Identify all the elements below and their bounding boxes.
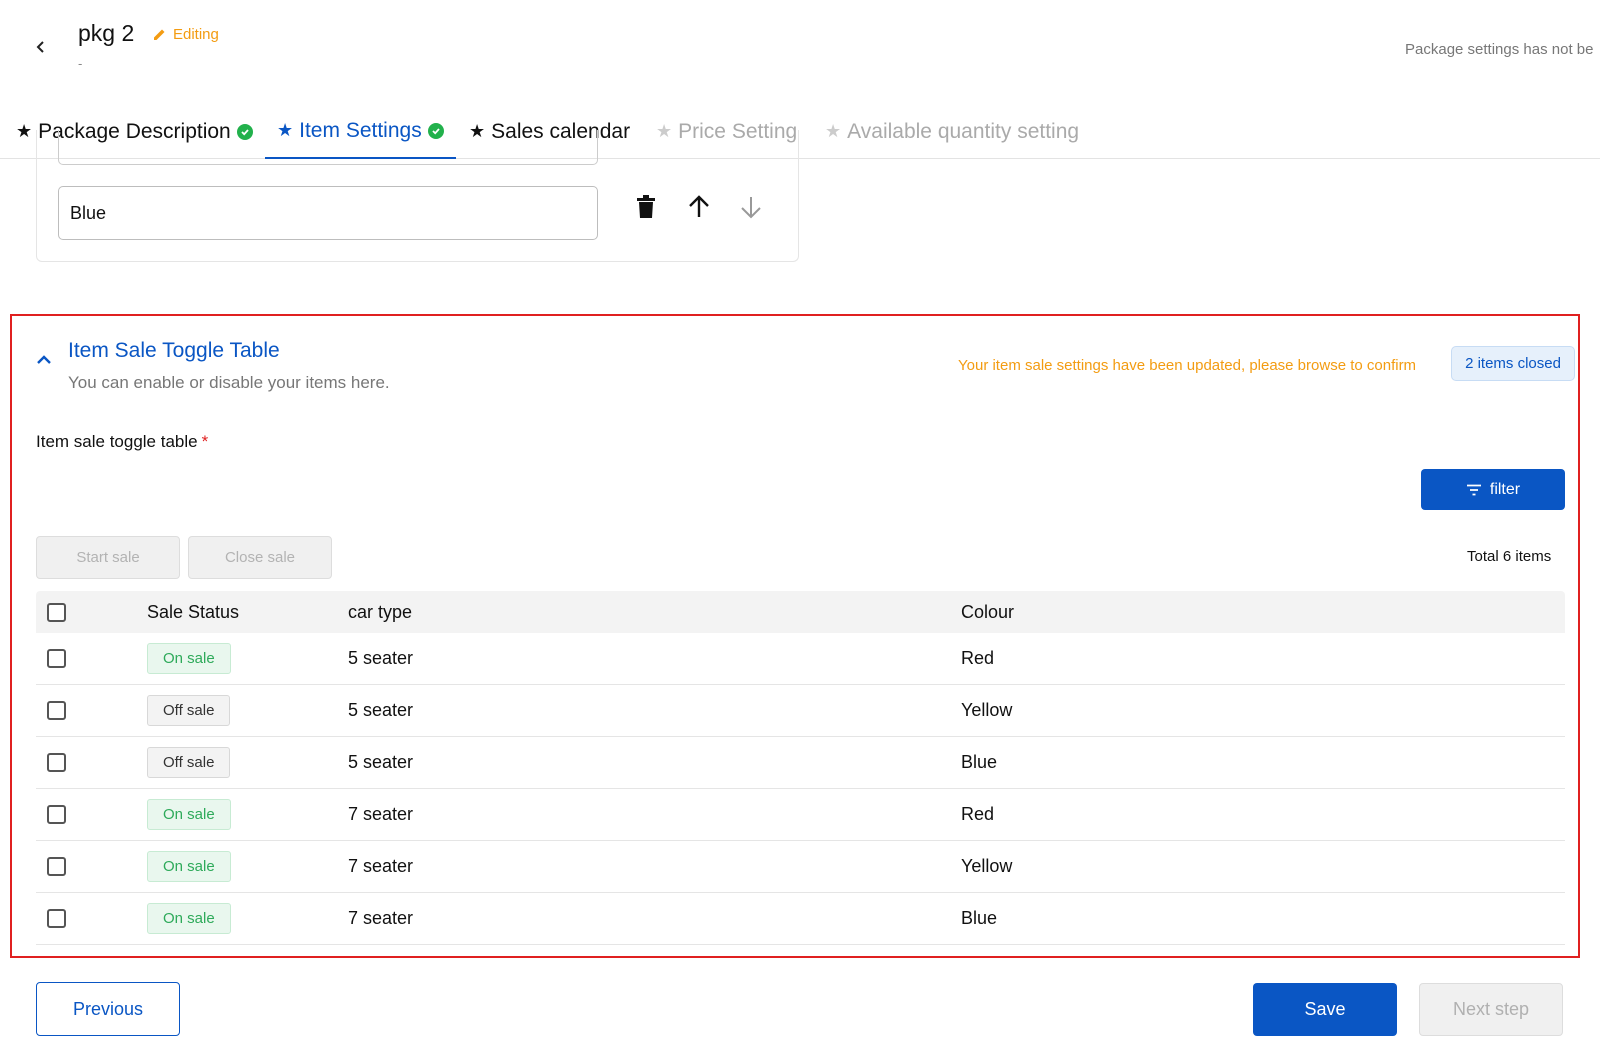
pencil-icon <box>154 29 165 40</box>
select-all-checkbox[interactable] <box>47 602 66 622</box>
row-select-cell <box>47 893 66 944</box>
previous-button[interactable]: Previous <box>36 982 180 1036</box>
sale-status-cell: Off sale <box>147 685 231 736</box>
row-select-cell <box>47 789 66 840</box>
back-button[interactable] <box>28 34 54 60</box>
delete-button[interactable] <box>631 192 661 222</box>
table-header: Sale Status car type Colour <box>36 591 1565 633</box>
sale-status-cell: Off sale <box>147 737 231 788</box>
section-description: You can enable or disable your items her… <box>68 373 390 392</box>
start-sale-button[interactable]: Start sale <box>36 536 180 579</box>
section-title: Item Sale Toggle Table <box>68 339 280 362</box>
row-select-cell <box>47 841 66 892</box>
row-select-cell <box>47 633 66 684</box>
row-select-cell <box>47 685 66 736</box>
table-row: Off sale 5 seater Yellow <box>36 685 1565 737</box>
sale-status-badge: On sale <box>147 799 231 830</box>
tab-available-quantity-setting[interactable]: ★ Available quantity setting <box>825 104 1079 159</box>
select-all-cell <box>47 591 66 633</box>
collapse-button[interactable] <box>32 348 56 372</box>
sale-status-cell: On sale <box>147 841 231 892</box>
move-up-button[interactable] <box>684 192 714 222</box>
column-header-sale-status: Sale Status <box>147 601 240 622</box>
page-footer: Previous Save Next step <box>0 960 1600 1057</box>
colour-cell: Blue <box>961 908 998 928</box>
item-sale-toggle-section: Item Sale Toggle Table You can enable or… <box>10 314 1580 958</box>
car-type-cell: 7 seater <box>348 908 414 928</box>
row-checkbox[interactable] <box>47 753 66 772</box>
save-button[interactable]: Save <box>1253 983 1397 1036</box>
filter-label: filter <box>1489 480 1521 498</box>
star-icon: ★ <box>825 121 842 141</box>
editing-label: Editing <box>173 26 219 43</box>
star-icon: ★ <box>16 121 33 141</box>
table-row: On sale 7 seater Yellow <box>36 841 1565 893</box>
sale-status-badge: On sale <box>147 851 231 882</box>
sale-status-badge: Off sale <box>147 747 231 778</box>
sale-status-cell: On sale <box>147 789 231 840</box>
trash-icon <box>637 195 655 218</box>
table-row: Off sale 5 seater Blue <box>36 737 1565 789</box>
item-sale-table: Sale Status car type Colour On sale 5 sea… <box>36 591 1565 945</box>
car-type-cell: 5 seater <box>348 700 414 720</box>
move-down-button[interactable] <box>736 192 766 222</box>
tab-label: Available quantity setting <box>847 119 1080 143</box>
row-checkbox[interactable] <box>47 701 66 720</box>
car-type-cell: 5 seater <box>348 648 414 668</box>
closed-items-badge[interactable]: 2 items closed <box>1451 346 1575 381</box>
row-select-cell <box>47 737 66 788</box>
colour-cell: Blue <box>961 752 998 772</box>
colour-cell: Yellow <box>961 856 1013 876</box>
row-checkbox[interactable] <box>47 649 66 668</box>
row-checkbox[interactable] <box>47 805 66 824</box>
page-title: pkg 2 <box>78 20 135 46</box>
column-header-colour: Colour <box>961 601 1015 622</box>
field-label: Item sale toggle table * <box>36 432 208 452</box>
arrow-up-icon <box>689 195 709 217</box>
page-header: pkg 2 Editing - Package settings has not… <box>0 0 1600 100</box>
table-row: On sale 7 seater Red <box>36 789 1565 841</box>
editing-indicator: Editing <box>152 26 219 43</box>
page-subtitle: - <box>78 56 83 71</box>
colour-cell: Yellow <box>961 700 1013 720</box>
field-label-text: Item sale toggle table <box>36 432 198 451</box>
page: pkg 2 Editing - Package settings has not… <box>0 0 1600 1057</box>
required-mark: * <box>201 432 209 451</box>
sale-status-cell: On sale <box>147 893 231 944</box>
filter-button[interactable]: filter <box>1421 469 1565 510</box>
car-type-cell: 5 seater <box>348 752 414 772</box>
previous-option-input[interactable] <box>58 130 598 165</box>
sale-status-badge: On sale <box>147 643 231 674</box>
row-checkbox[interactable] <box>47 909 66 928</box>
arrow-down-icon <box>741 197 761 219</box>
sale-status-badge: On sale <box>147 903 231 934</box>
colour-cell: Red <box>961 804 995 824</box>
option-value-input[interactable] <box>58 186 598 240</box>
sale-status-badge: Off sale <box>147 695 231 726</box>
colour-cell: Red <box>961 648 995 668</box>
car-type-cell: 7 seater <box>348 804 414 824</box>
sale-status-cell: On sale <box>147 633 231 684</box>
column-header-car-type: car type <box>348 601 413 622</box>
table-row: On sale 5 seater Red <box>36 633 1565 685</box>
close-sale-button[interactable]: Close sale <box>188 536 332 579</box>
row-checkbox[interactable] <box>47 857 66 876</box>
chevron-up-icon <box>37 355 51 364</box>
chevron-left-icon <box>36 41 44 53</box>
table-row: On sale 7 seater Blue <box>36 893 1565 945</box>
total-count: Total 6 items <box>1467 548 1552 565</box>
table-body: On sale 5 seater Red Off sale 5 seater Yellow… <box>36 633 1565 945</box>
update-notice: Your item sale settings have been update… <box>958 357 1417 374</box>
package-status-text: Package settings has not be <box>1405 41 1594 58</box>
car-type-cell: 7 seater <box>348 856 414 876</box>
filter-icon <box>1466 484 1481 495</box>
next-step-button[interactable]: Next step <box>1419 983 1563 1036</box>
